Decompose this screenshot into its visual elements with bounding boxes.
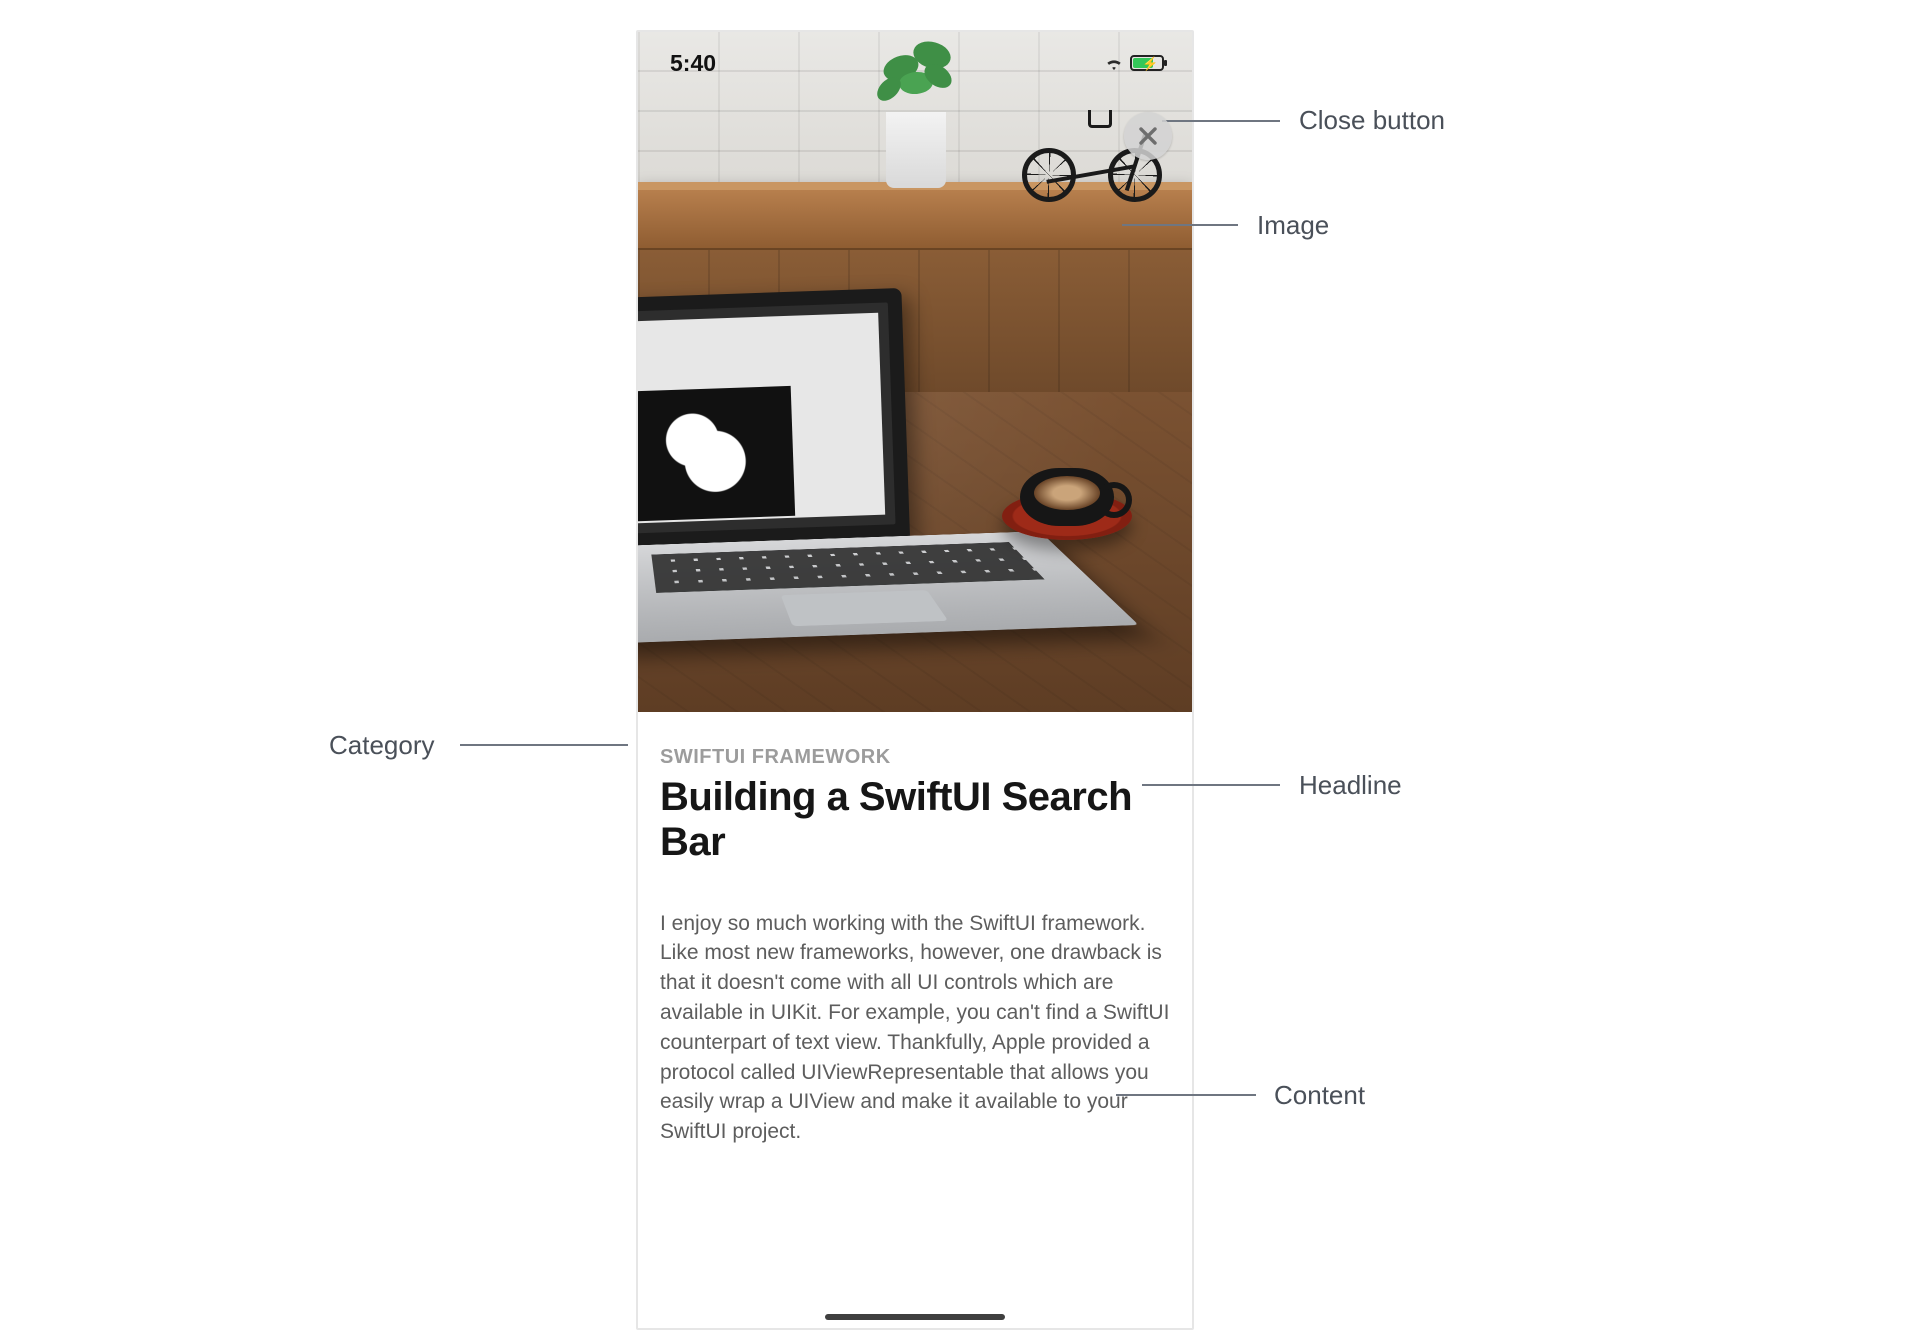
leader-category (460, 744, 628, 746)
coffee-foam-icon (1034, 476, 1100, 510)
leader-image (1122, 224, 1238, 226)
home-indicator (825, 1314, 1005, 1320)
wifi-icon (1104, 53, 1124, 73)
article-body: SWIFTUI FRAMEWORK Building a SwiftUI Sea… (638, 712, 1192, 1147)
status-icons: ⚡ (1104, 53, 1164, 73)
annotation-close-button: Close button (1299, 105, 1445, 136)
leader-content (1116, 1094, 1256, 1096)
article-category: SWIFTUI FRAMEWORK (660, 746, 1170, 769)
article-headline: Building a SwiftUI Search Bar (660, 775, 1170, 865)
close-icon (1137, 125, 1159, 147)
annotation-category: Category (329, 730, 435, 761)
status-bar: 5:40 ⚡ (638, 32, 1192, 88)
phone-frame: 5:40 ⚡ SWIFTUI FRAMEWORK Building a Swif… (636, 30, 1194, 1330)
hero-image: 5:40 ⚡ (638, 32, 1192, 712)
battery-icon: ⚡ (1130, 55, 1164, 71)
status-time: 5:40 (670, 50, 716, 77)
article-content: I enjoy so much working with the SwiftUI… (660, 909, 1170, 1148)
leader-headline (1142, 784, 1280, 786)
annotation-content: Content (1274, 1080, 1365, 1111)
close-button[interactable] (1124, 112, 1172, 160)
leader-close-button (1162, 120, 1280, 122)
annotation-image: Image (1257, 210, 1329, 241)
plant-pot-icon (886, 112, 946, 188)
laptop-icon (636, 285, 1005, 679)
annotation-headline: Headline (1299, 770, 1402, 801)
